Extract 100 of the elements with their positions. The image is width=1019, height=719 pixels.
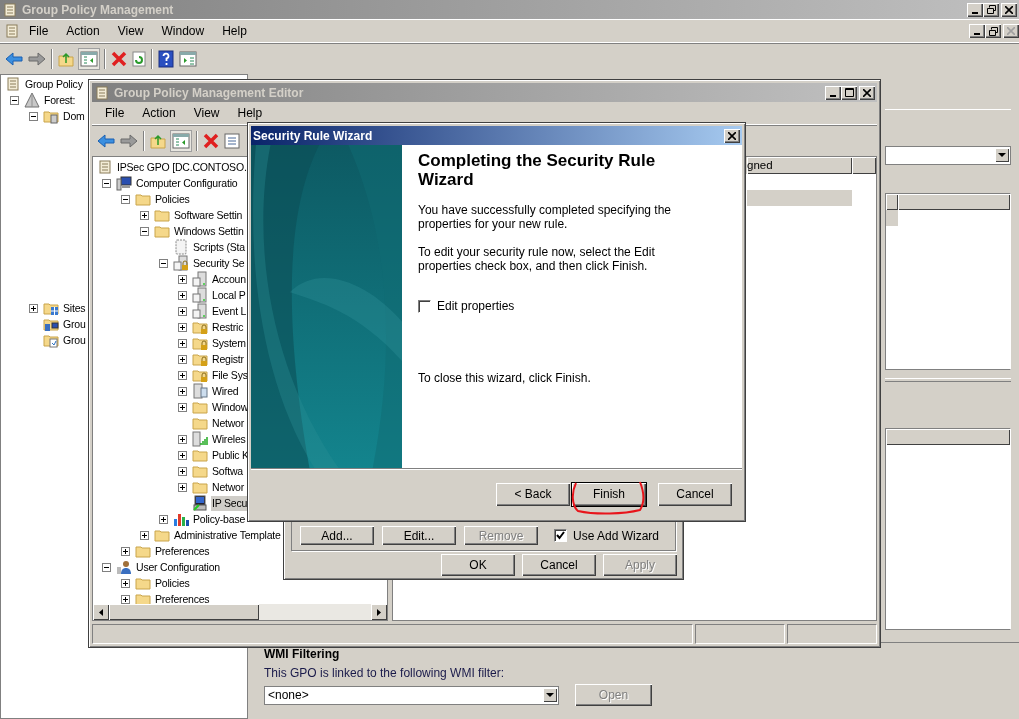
tree-item[interactable]: Grou <box>62 332 87 348</box>
properties-icon[interactable] <box>224 132 240 149</box>
forward-arrow-icon[interactable] <box>28 50 46 67</box>
tree-item[interactable]: Grou <box>62 316 87 332</box>
expand-icon[interactable] <box>178 274 187 284</box>
dropdown-field[interactable] <box>885 146 1011 165</box>
expand-icon[interactable] <box>178 290 187 300</box>
column-header[interactable] <box>886 429 1010 445</box>
default-button[interactable]: Finish <box>572 482 646 506</box>
refresh-icon[interactable] <box>132 50 146 67</box>
tree-item[interactable]: Administrative Template <box>173 527 282 543</box>
column-header[interactable] <box>852 157 876 174</box>
tree-item[interactable]: Registr <box>211 351 245 367</box>
expand-icon[interactable] <box>178 338 187 348</box>
tree-item[interactable]: Softwa <box>211 463 244 479</box>
column-header[interactable] <box>886 194 898 210</box>
collapse-icon[interactable] <box>140 226 149 236</box>
dialog-button[interactable]: Edit... <box>382 526 456 545</box>
dialog-button[interactable]: Cancel <box>522 554 596 576</box>
column-header[interactable] <box>898 194 1010 210</box>
delete-icon[interactable] <box>203 132 219 149</box>
delete-icon[interactable] <box>111 50 127 67</box>
expand-icon[interactable] <box>178 402 187 412</box>
console-tree-icon[interactable] <box>171 130 191 151</box>
tree-item[interactable]: Security Se <box>192 255 246 271</box>
wizard-button[interactable]: < Back <box>496 482 570 506</box>
collapse-icon[interactable] <box>102 562 111 572</box>
tree-item[interactable]: Computer Configuratio <box>135 175 239 191</box>
tree-item[interactable]: Windows Settin <box>173 223 245 239</box>
tree-item[interactable]: System <box>211 335 247 351</box>
menu-item[interactable]: Action <box>133 106 185 120</box>
expand-icon[interactable] <box>178 354 187 364</box>
minimize-button[interactable] <box>969 24 985 38</box>
menu-item[interactable]: View <box>184 106 229 120</box>
tree-item[interactable]: Networ <box>211 479 246 495</box>
tree-item[interactable]: Group Policy <box>24 76 84 92</box>
expand-icon[interactable] <box>178 450 187 460</box>
expand-icon[interactable] <box>159 514 168 524</box>
menu-item[interactable]: File <box>96 106 134 120</box>
expand-icon[interactable] <box>121 594 130 604</box>
tree-item[interactable]: Networ <box>211 415 246 431</box>
checkbox[interactable] <box>554 529 567 542</box>
folder-up-icon[interactable] <box>150 132 166 149</box>
menu-item[interactable]: View <box>108 24 153 38</box>
tree-item[interactable]: Wired <box>211 383 240 399</box>
tree-item[interactable]: Software Settin <box>173 207 244 223</box>
tree-item[interactable]: IP Secu <box>211 495 249 511</box>
menu-item[interactable]: Help <box>228 106 272 120</box>
back-arrow-icon[interactable] <box>5 50 23 67</box>
column-header[interactable]: gned <box>747 157 852 174</box>
tree-item[interactable]: Forest: <box>43 92 77 108</box>
tree-item[interactable]: IPSec GPO [DC.CONTOSO. <box>116 159 248 175</box>
close-button[interactable] <box>724 128 740 143</box>
tree-item[interactable]: Window <box>211 399 250 415</box>
collapse-icon[interactable] <box>159 258 168 268</box>
expand-icon[interactable] <box>29 303 38 313</box>
horizontal-scrollbar[interactable] <box>93 604 387 620</box>
expand-icon[interactable] <box>140 530 149 540</box>
expand-icon[interactable] <box>178 386 187 396</box>
dialog-button[interactable]: Add... <box>300 526 374 545</box>
dialog-button[interactable]: OK <box>441 554 515 576</box>
menu-item[interactable]: File <box>20 24 58 38</box>
tree-item[interactable]: User Configuration <box>135 559 221 575</box>
tree-item[interactable]: Dom <box>62 108 86 124</box>
expand-icon[interactable] <box>121 546 130 556</box>
console-tree-icon[interactable] <box>79 48 99 69</box>
collapse-icon[interactable] <box>29 111 38 121</box>
help-icon[interactable] <box>158 49 174 68</box>
filter-dropdown[interactable]: <none> <box>264 685 559 705</box>
menu-item[interactable]: Action <box>57 24 109 38</box>
tree-item[interactable]: Policy-base <box>192 511 247 527</box>
tree-item[interactable]: File Sys <box>211 367 249 383</box>
tree-item[interactable]: Accoun <box>211 271 247 287</box>
tree-item[interactable]: Preferences <box>154 543 211 559</box>
action-pane-icon[interactable] <box>179 50 197 67</box>
expand-icon[interactable] <box>178 306 187 316</box>
expand-icon[interactable] <box>178 466 187 476</box>
tree-item[interactable]: Policies <box>154 575 191 591</box>
collapse-icon[interactable] <box>10 95 19 105</box>
tree-item[interactable]: Preferences <box>154 591 211 604</box>
tree-item[interactable]: Sites <box>62 300 87 316</box>
tree-item[interactable]: Local P <box>211 287 247 303</box>
collapse-icon[interactable] <box>102 178 111 188</box>
expand-icon[interactable] <box>140 210 149 220</box>
restore-button[interactable] <box>985 24 1001 38</box>
expand-icon[interactable] <box>178 434 187 444</box>
tree-item[interactable]: Policies <box>154 191 191 207</box>
folder-up-icon[interactable] <box>58 50 74 67</box>
menu-item[interactable]: Help <box>213 24 256 38</box>
close-button[interactable] <box>1003 24 1019 38</box>
tree-item[interactable]: Restric <box>211 319 245 335</box>
expand-icon[interactable] <box>178 482 187 492</box>
forward-arrow-icon[interactable] <box>120 132 138 149</box>
wizard-button[interactable]: Cancel <box>658 482 732 506</box>
tree-item[interactable]: Wireles <box>211 431 247 447</box>
expand-icon[interactable] <box>178 322 187 332</box>
collapse-icon[interactable] <box>121 194 130 204</box>
expand-icon[interactable] <box>121 578 130 588</box>
back-arrow-icon[interactable] <box>97 132 115 149</box>
tree-item[interactable]: Scripts (Sta <box>192 239 246 255</box>
